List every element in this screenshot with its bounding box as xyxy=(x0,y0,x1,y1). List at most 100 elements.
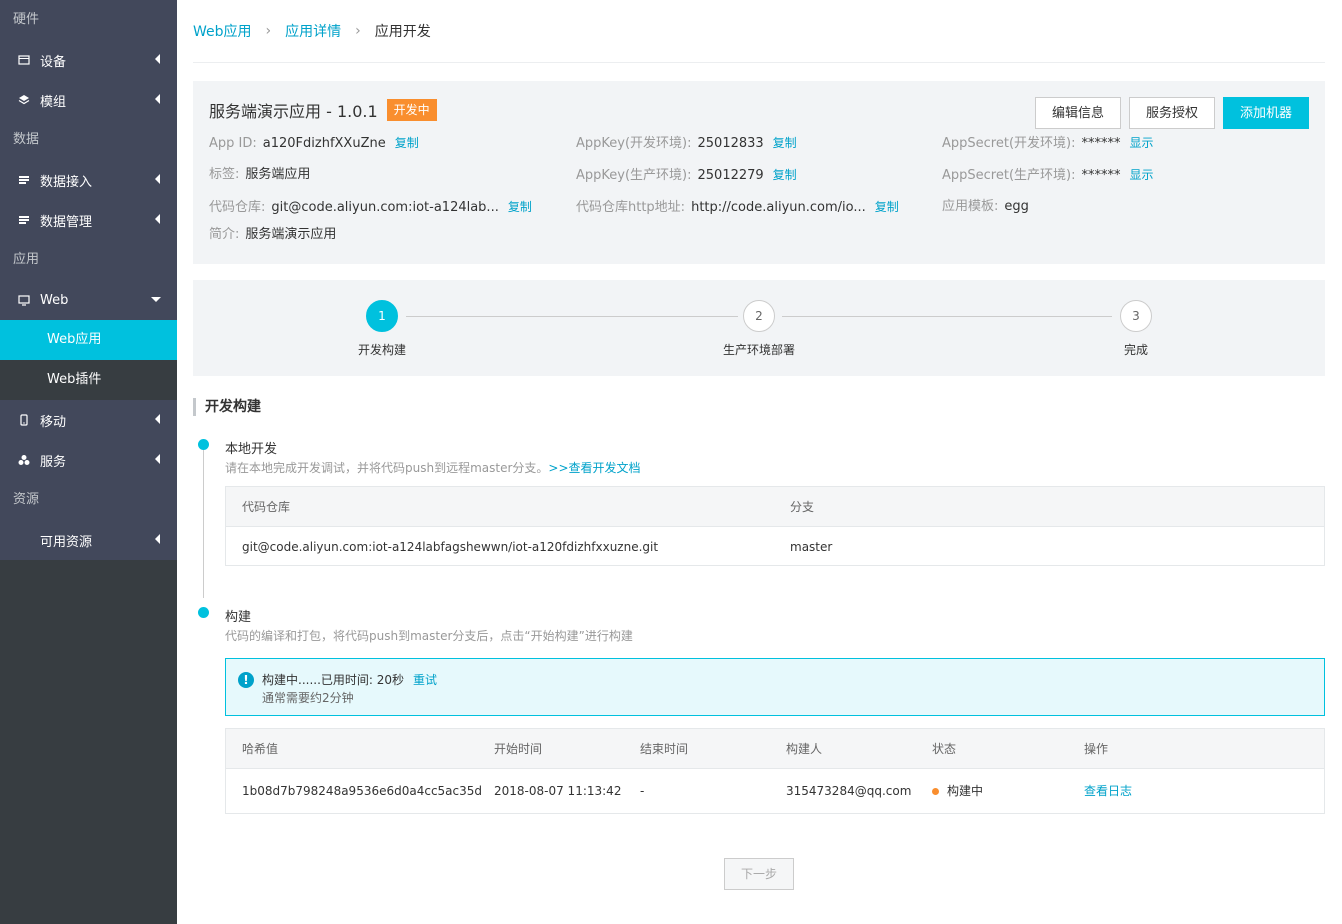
sidebar-item-label: 服务 xyxy=(40,454,67,470)
step-label: 完成 xyxy=(1123,343,1148,357)
info-appkey-prod: AppKey(生产环境): 25012279 复制 xyxy=(576,165,797,185)
info-template: 应用模板: egg xyxy=(942,197,1029,217)
sidebar-item-device[interactable]: 设备 xyxy=(0,40,177,80)
add-machine-button[interactable]: 添加机器 xyxy=(1222,97,1309,129)
copy-link[interactable]: 复制 xyxy=(773,136,797,150)
breadcrumb-current: 应用开发 xyxy=(374,24,431,40)
breadcrumb-separator: › xyxy=(355,23,361,39)
hash-cell: 1b08d7b798248a9536e6d0a4cc5ac35d xyxy=(242,784,483,798)
column-header: 哈希值 xyxy=(242,742,279,756)
service-auth-button[interactable]: 服务授权 xyxy=(1128,97,1215,129)
info-label: 应用模板: xyxy=(942,199,999,214)
info-label: 简介: xyxy=(209,227,240,242)
branch-cell: master xyxy=(790,540,833,554)
copy-link[interactable]: 复制 xyxy=(395,136,419,150)
breadcrumb-app-detail[interactable]: 应用详情 xyxy=(285,21,341,41)
repo-cell: git@code.aliyun.com:iot-a124labfagshewwn… xyxy=(242,540,659,554)
data-icon xyxy=(17,213,31,227)
sidebar-section-app: 应用 xyxy=(13,252,40,267)
info-label: AppSecret(生产环境): xyxy=(942,168,1076,183)
step-number: 2 xyxy=(743,300,775,332)
main-content: Web应用 › 应用详情 › 应用开发 服务端演示应用 - 1.0.1 开发中 … xyxy=(193,0,1325,416)
info-label: AppSecret(开发环境): xyxy=(942,136,1076,151)
sidebar-item-mobile[interactable]: 移动 xyxy=(0,400,177,440)
info-value: 服务端演示应用 xyxy=(245,227,337,242)
column-header: 分支 xyxy=(790,500,815,514)
column-header: 结束时间 xyxy=(640,742,689,756)
info-value: git@code.aliyun.com:iot-a124lab... xyxy=(271,200,499,215)
sidebar-item-available-resource[interactable]: 可用资源 xyxy=(0,520,177,560)
column-header: 代码仓库 xyxy=(242,500,291,514)
copy-link[interactable]: 复制 xyxy=(773,168,797,182)
caret-left-icon xyxy=(155,214,160,224)
sidebar-item-web[interactable]: Web xyxy=(0,280,177,320)
sidebar-section-hardware: 硬件 xyxy=(13,12,40,27)
info-appkey-dev: AppKey(开发环境): 25012833 复制 xyxy=(576,133,797,153)
breadcrumb-web-app[interactable]: Web应用 xyxy=(193,21,252,41)
step-connector xyxy=(406,316,738,317)
end-time-cell: - xyxy=(640,784,645,798)
layers-icon xyxy=(17,93,31,107)
build-desc: 代码的编译和打包，将代码push到master分支后，点击“开始构建”进行构建 xyxy=(225,629,633,643)
caret-left-icon xyxy=(155,414,160,424)
table-row: 1b08d7b798248a9536e6d0a4cc5ac35d 2018-08… xyxy=(226,770,1324,814)
breadcrumb-separator: › xyxy=(265,23,272,39)
dev-doc-link[interactable]: >>查看开发文档 xyxy=(548,461,640,475)
sidebar-item-label: 模组 xyxy=(40,94,67,110)
info-value: 服务端应用 xyxy=(245,167,311,182)
show-link[interactable]: 显示 xyxy=(1129,168,1153,182)
copy-link[interactable]: 复制 xyxy=(508,200,532,214)
mobile-icon xyxy=(17,413,31,427)
info-appsecret-dev: AppSecret(开发环境): ****** 显示 xyxy=(942,133,1154,153)
info-tag: 标签: 服务端应用 xyxy=(209,165,310,185)
column-header: 操作 xyxy=(1084,742,1109,756)
timeline-dot xyxy=(198,439,209,450)
info-appsecret-prod: AppSecret(生产环境): ****** 显示 xyxy=(942,165,1154,185)
table-header: 哈希值 开始时间 结束时间 构建人 状态 操作 xyxy=(226,729,1324,769)
show-link[interactable]: 显示 xyxy=(1129,136,1153,150)
timeline-dot xyxy=(198,607,209,618)
app-name: 服务端演示应用 - 1.0.1 xyxy=(209,102,378,121)
caret-left-icon xyxy=(155,94,160,104)
next-step-button[interactable]: 下一步 xyxy=(724,858,794,890)
sidebar-item-data-access[interactable]: 数据接入 xyxy=(0,160,177,200)
sidebar-item-label: Web xyxy=(40,292,69,308)
step-label: 开发构建 xyxy=(357,343,406,357)
sidebar-item-web-plugin[interactable]: Web插件 xyxy=(0,360,177,400)
step-2: 2 生产环境部署 xyxy=(699,300,819,358)
sidebar-item-label: 可用资源 xyxy=(40,534,93,550)
sidebar-item-label: 设备 xyxy=(40,54,67,70)
sidebar-item-module[interactable]: 模组 xyxy=(0,80,177,120)
column-header: 状态 xyxy=(932,742,957,756)
start-time-cell: 2018-08-07 11:13:42 xyxy=(494,784,622,798)
alert-subtext: 通常需要约2分钟 xyxy=(262,691,354,705)
copy-link[interactable]: 复制 xyxy=(875,200,899,214)
info-http-repo: 代码仓库http地址: http://code.aliyun.com/io... 复… xyxy=(576,197,899,217)
caret-down-icon xyxy=(151,297,161,302)
edit-info-button[interactable]: 编辑信息 xyxy=(1034,97,1121,129)
info-repo: 代码仓库: git@code.aliyun.com:iot-a124lab... 复… xyxy=(209,197,532,217)
caret-left-icon xyxy=(155,534,160,544)
info-value: egg xyxy=(1004,199,1029,214)
info-value: http://code.aliyun.com/io... xyxy=(691,200,866,215)
sidebar-item-label: 数据管理 xyxy=(40,214,93,230)
sidebar-item-service[interactable]: 服务 xyxy=(0,440,177,480)
caret-left-icon xyxy=(155,54,160,64)
info-label: 标签: xyxy=(209,167,240,182)
progress-steps: 1 开发构建 2 生产环境部署 3 完成 xyxy=(193,280,1325,376)
build-table: 哈希值 开始时间 结束时间 构建人 状态 操作 1b08d7b798248a95… xyxy=(225,728,1325,814)
info-value: a120FdizhfXXuZne xyxy=(262,136,386,151)
status-text: 构建中 xyxy=(947,784,984,798)
step-number: 3 xyxy=(1120,300,1152,332)
sidebar: 硬件 设备 模组 数据 数据接入 数据管理 应用 Web Web应用 Web插件… xyxy=(0,0,177,924)
table-header: 代码仓库 分支 xyxy=(226,487,1324,527)
sidebar-item-web-app[interactable]: Web应用 xyxy=(0,320,177,360)
data-icon xyxy=(17,173,31,187)
retry-link[interactable]: 重试 xyxy=(413,673,437,687)
caret-left-icon xyxy=(155,174,160,184)
view-log-link[interactable]: 查看日志 xyxy=(1084,770,1132,812)
timeline-line xyxy=(203,450,204,598)
sidebar-section-resource: 资源 xyxy=(13,492,40,507)
sidebar-item-data-manage[interactable]: 数据管理 xyxy=(0,200,177,240)
breadcrumb: Web应用 › 应用详情 › 应用开发 xyxy=(193,0,1325,63)
